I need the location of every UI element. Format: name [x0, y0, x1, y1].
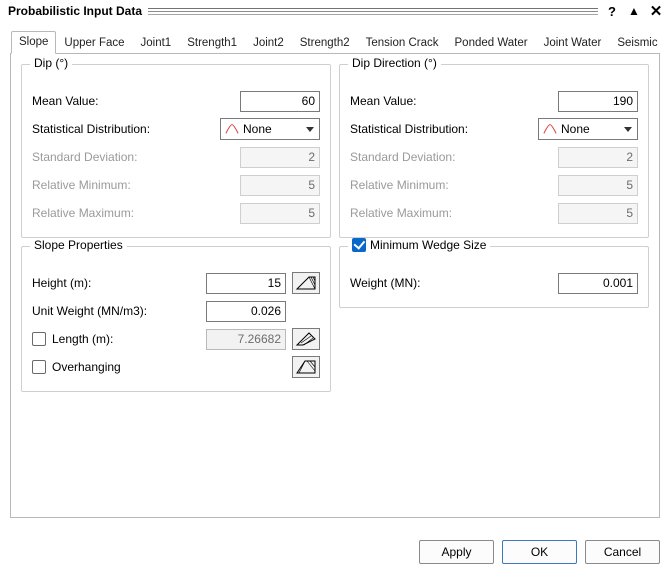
dipdir-relmin-value: 5	[558, 175, 638, 196]
dipdir-stddev-label: Standard Deviation:	[350, 150, 552, 164]
tab-forces[interactable]: Forces	[666, 32, 670, 54]
dip-relmin-value: 5	[240, 175, 320, 196]
chevron-down-icon	[619, 119, 637, 139]
slope-height-label: Height (m):	[32, 276, 200, 290]
left-column: Dip (°) Mean Value: 60 Statistical Distr…	[21, 64, 331, 507]
tab-joint-water[interactable]: Joint Water	[536, 32, 610, 54]
expand-icon[interactable]: ▲	[626, 3, 642, 19]
tab-strip: Slope Upper Face Joint1 Strength1 Joint2…	[10, 28, 660, 54]
dip-relmax-label: Relative Maximum:	[32, 206, 234, 220]
apply-button[interactable]: Apply	[419, 540, 494, 564]
tab-strength1[interactable]: Strength1	[179, 32, 245, 54]
slope-height-input[interactable]: 15	[206, 273, 286, 294]
group-min-wedge: Minimum Wedge Size Weight (MN): 0.001	[339, 246, 649, 308]
dipdir-relmin-label: Relative Minimum:	[350, 178, 552, 192]
dipdir-relmax-label: Relative Maximum:	[350, 206, 552, 220]
dip-dist-label: Statistical Distribution:	[32, 122, 214, 136]
button-bar: Apply OK Cancel	[419, 540, 660, 564]
slope-height-icon[interactable]	[292, 272, 320, 294]
window-title: Probabilistic Input Data	[8, 4, 142, 18]
tab-joint2[interactable]: Joint2	[245, 32, 292, 54]
tab-pane-slope: Dip (°) Mean Value: 60 Statistical Distr…	[10, 54, 660, 518]
tab-strength2[interactable]: Strength2	[292, 32, 358, 54]
slope-length-icon[interactable]	[292, 328, 320, 350]
group-slope-properties-legend: Slope Properties	[30, 238, 127, 252]
tab-seismic[interactable]: Seismic	[609, 32, 665, 54]
dipdir-dist-value: None	[561, 122, 615, 136]
min-wedge-weight-label: Weight (MN):	[350, 276, 552, 290]
dip-stddev-label: Standard Deviation:	[32, 150, 234, 164]
dip-relmin-label: Relative Minimum:	[32, 178, 234, 192]
group-dipdir: Dip Direction (°) Mean Value: 190 Statis…	[339, 64, 649, 238]
slope-unitweight-input[interactable]: 0.026	[206, 301, 286, 322]
titlebar-separator	[148, 7, 598, 15]
close-icon[interactable]: ✕	[648, 3, 664, 19]
tab-tension-crack[interactable]: Tension Crack	[358, 32, 447, 54]
dip-relmax-value: 5	[240, 203, 320, 224]
group-min-wedge-label: Minimum Wedge Size	[370, 238, 486, 252]
slope-unitweight-label: Unit Weight (MN/m3):	[32, 304, 200, 318]
min-wedge-checkbox[interactable]	[352, 238, 366, 252]
dipdir-mean-label: Mean Value:	[350, 94, 552, 108]
overhanging-label: Overhanging	[52, 360, 286, 374]
min-wedge-weight-input[interactable]: 0.001	[558, 273, 638, 294]
tab-joint1[interactable]: Joint1	[133, 32, 180, 54]
dialog-body: Slope Upper Face Joint1 Strength1 Joint2…	[0, 22, 670, 528]
dipdir-dist-label: Statistical Distribution:	[350, 122, 532, 136]
dipdir-mean-input[interactable]: 190	[558, 91, 638, 112]
dip-dist-combo[interactable]: None	[220, 118, 320, 140]
tab-ponded-water[interactable]: Ponded Water	[447, 32, 536, 54]
group-min-wedge-legend: Minimum Wedge Size	[348, 238, 490, 252]
dip-mean-label: Mean Value:	[32, 94, 234, 108]
overhanging-icon[interactable]	[292, 356, 320, 378]
dip-stddev-value: 2	[240, 147, 320, 168]
cancel-button[interactable]: Cancel	[585, 540, 660, 564]
group-dip: Dip (°) Mean Value: 60 Statistical Distr…	[21, 64, 331, 238]
group-slope-properties: Slope Properties Height (m): 15 U	[21, 246, 331, 392]
dip-mean-input[interactable]: 60	[240, 91, 320, 112]
slope-length-checkbox[interactable]	[32, 332, 46, 346]
ok-button[interactable]: OK	[502, 540, 577, 564]
slope-length-value: 7.26682	[206, 329, 286, 350]
distribution-none-icon	[225, 123, 239, 135]
help-icon[interactable]: ?	[604, 3, 620, 19]
tab-slope[interactable]: Slope	[11, 31, 56, 54]
overhanging-checkbox[interactable]	[32, 360, 46, 374]
dip-dist-value: None	[243, 122, 297, 136]
distribution-none-icon	[543, 123, 557, 135]
right-column: Dip Direction (°) Mean Value: 190 Statis…	[339, 64, 649, 507]
tab-upper-face[interactable]: Upper Face	[56, 32, 132, 54]
slope-length-label: Length (m):	[52, 332, 200, 346]
dipdir-stddev-value: 2	[558, 147, 638, 168]
title-bar: Probabilistic Input Data ? ▲ ✕	[0, 0, 670, 22]
group-dipdir-legend: Dip Direction (°)	[348, 56, 441, 70]
dipdir-dist-combo[interactable]: None	[538, 118, 638, 140]
group-dip-legend: Dip (°)	[30, 56, 72, 70]
dipdir-relmax-value: 5	[558, 203, 638, 224]
chevron-down-icon	[301, 119, 319, 139]
